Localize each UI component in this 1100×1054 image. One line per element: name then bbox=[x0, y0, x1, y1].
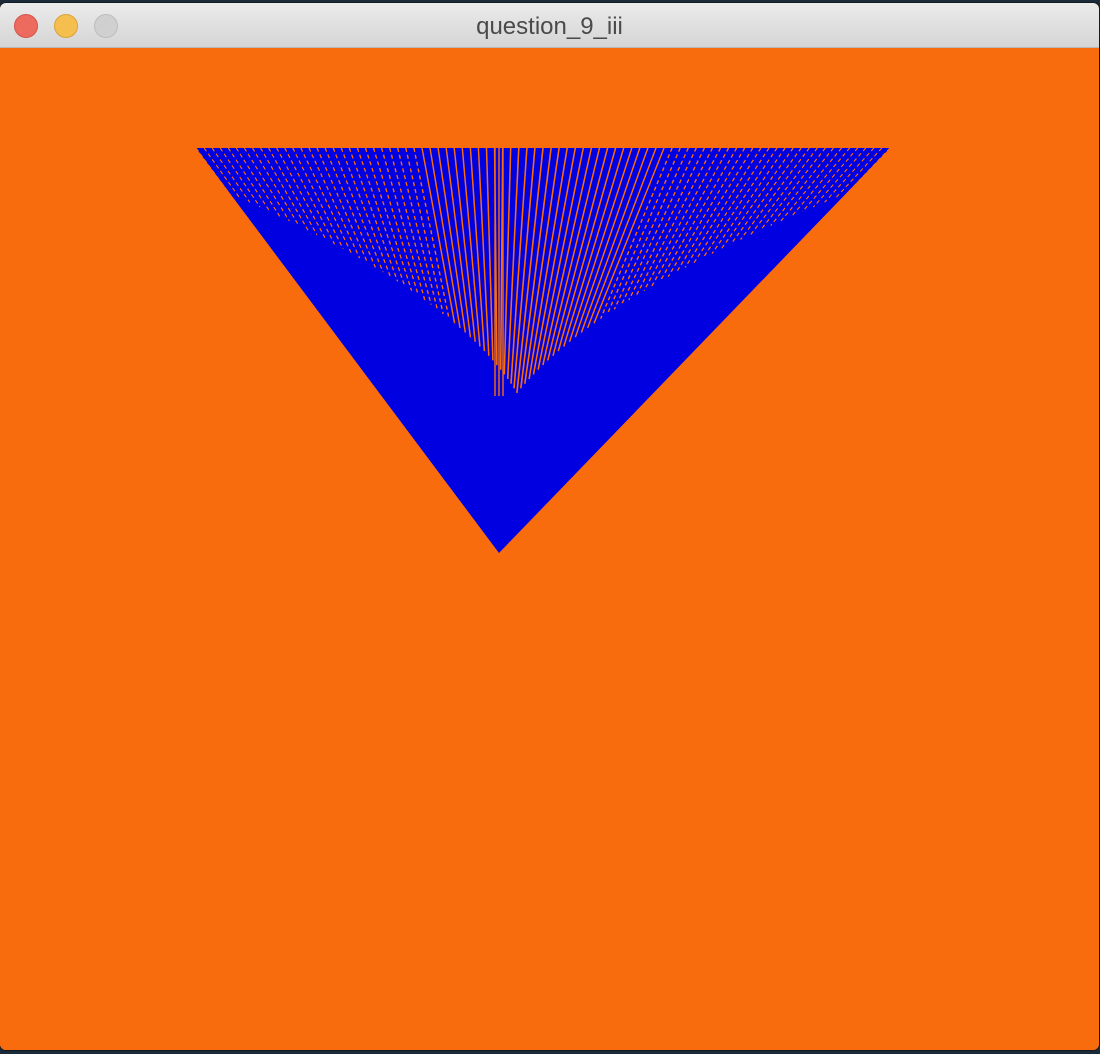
drawing-canvas bbox=[0, 48, 1099, 1050]
window-title: question_9_iii bbox=[476, 13, 623, 40]
app-window: question_9_iii bbox=[0, 3, 1099, 1050]
triangle-drawing bbox=[195, 147, 891, 553]
title-bar[interactable]: question_9_iii bbox=[0, 3, 1099, 48]
